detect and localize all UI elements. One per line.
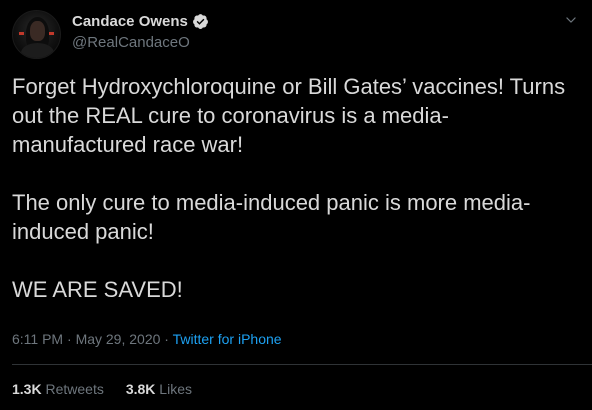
tweet-detail: Candace Owens @RealCandaceO Forget Hydro… <box>0 0 592 410</box>
separator: · <box>67 331 76 347</box>
tweet-source[interactable]: Twitter for iPhone <box>173 331 282 347</box>
author-name-row: Candace Owens <box>72 13 209 30</box>
tweet-paragraph: The only cure to media-induced panic is … <box>12 190 531 244</box>
retweets-count: 1.3K <box>12 381 42 397</box>
retweets-label: Retweets <box>45 381 104 397</box>
likes-count: 3.8K <box>125 381 156 397</box>
tweet-date[interactable]: May 29, 2020 <box>76 331 161 347</box>
avatar[interactable] <box>12 10 61 59</box>
likes-stat[interactable]: 3.8K Likes <box>126 381 192 397</box>
likes-label: Likes <box>159 381 192 397</box>
divider <box>12 364 592 365</box>
tweet-paragraph: WE ARE SAVED! <box>12 277 183 302</box>
tweet-text: Forget Hydroxychloroquine or Bill Gates’… <box>12 72 582 304</box>
tweet-time[interactable]: 6:11 PM <box>12 331 63 347</box>
tweet-stats: 1.3K Retweets 3.8K Likes <box>12 381 192 397</box>
handle[interactable]: @RealCandaceO <box>72 34 190 51</box>
tweet-paragraph: Forget Hydroxychloroquine or Bill Gates’… <box>12 74 566 157</box>
retweets-stat[interactable]: 1.3K Retweets <box>12 381 104 397</box>
tweet-metadata: 6:11 PM · May 29, 2020 · Twitter for iPh… <box>12 331 282 347</box>
verified-badge-icon <box>192 14 208 29</box>
display-name[interactable]: Candace Owens <box>72 13 188 30</box>
chevron-down-icon[interactable] <box>564 13 578 27</box>
separator: · <box>164 331 173 347</box>
